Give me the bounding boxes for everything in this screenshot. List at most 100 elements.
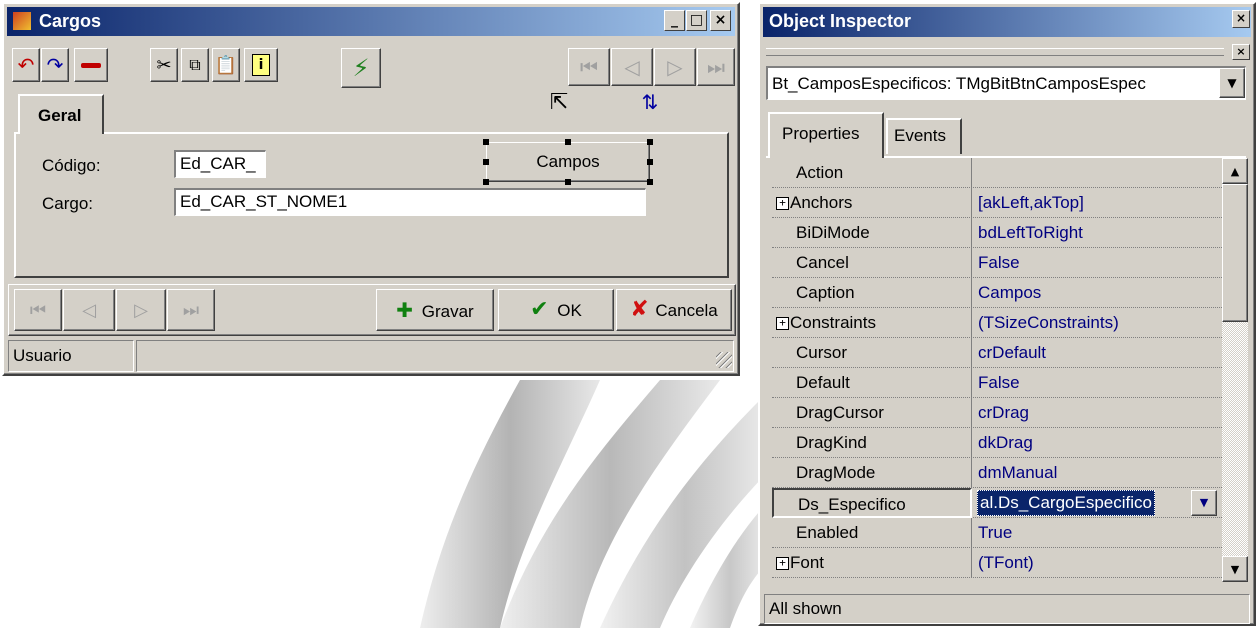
cancela-button[interactable]: ✘ Cancela [616, 289, 732, 331]
selection-handle[interactable] [565, 139, 571, 145]
tab-geral[interactable]: Geral [18, 94, 104, 134]
selection-handle[interactable] [647, 139, 653, 145]
expand-icon[interactable]: + [776, 557, 789, 570]
property-value[interactable] [973, 158, 1222, 188]
selection-handle[interactable] [483, 139, 489, 145]
codigo-field[interactable]: Ed_CAR_ [174, 150, 266, 178]
property-row[interactable]: DragKind dkDrag [772, 428, 1222, 458]
nav-last-bottom[interactable]: ⏭ [167, 289, 215, 331]
property-scrollbar[interactable]: ▲ ▼ [1222, 158, 1248, 582]
scroll-thumb[interactable] [1222, 184, 1248, 322]
property-name: DragKind [772, 428, 972, 458]
nav-first-bottom[interactable]: ⏮ [14, 289, 62, 331]
tab-geral-label: Geral [38, 106, 82, 125]
property-row-selected[interactable]: Ds_Especifico al.Ds_CargoEspecifico ▼ [772, 488, 1222, 518]
property-value[interactable]: Campos [973, 278, 1222, 308]
property-value[interactable]: False [973, 368, 1222, 398]
undo-button[interactable]: ↶ [12, 48, 40, 82]
selection-handle[interactable] [647, 159, 653, 165]
value-dropdown-button[interactable]: ▼ [1191, 490, 1217, 516]
cut-button[interactable]: ✂ [150, 48, 178, 82]
property-row[interactable]: Cancel False [772, 248, 1222, 278]
property-value[interactable]: False [973, 248, 1222, 278]
selected-value-text[interactable]: al.Ds_CargoEspecifico [977, 490, 1155, 516]
maximize-button[interactable]: □ [686, 10, 707, 31]
property-value[interactable]: bdLeftToRight [973, 218, 1222, 248]
inspector-close-button[interactable]: × [1232, 10, 1250, 28]
plus-icon: ✚ [396, 298, 414, 322]
expand-icon[interactable]: + [776, 197, 789, 210]
component-dropdown-button[interactable]: ▼ [1219, 68, 1245, 98]
scroll-up-icon: ▲ [1230, 164, 1240, 178]
selection-handle[interactable] [565, 179, 571, 185]
nav-last-top[interactable]: ⏭ [697, 48, 735, 86]
cancela-label: Cancela [655, 301, 718, 320]
property-value[interactable]: crDrag [973, 398, 1222, 428]
info-button[interactable]: i [244, 48, 278, 82]
property-row[interactable]: BiDiMode bdLeftToRight [772, 218, 1222, 248]
fields-grid-button[interactable]: ⚡ [341, 48, 381, 88]
redo-button[interactable]: ↷ [41, 48, 69, 82]
selection-handle[interactable] [647, 179, 653, 185]
property-row[interactable]: Caption Campos [772, 278, 1222, 308]
property-name: BiDiMode [772, 218, 972, 248]
copy-button[interactable]: ⧉ [181, 48, 209, 82]
property-value[interactable]: [akLeft,akTop] [973, 188, 1222, 218]
property-row[interactable]: Cursor crDefault [772, 338, 1222, 368]
scroll-down-icon: ▼ [1230, 562, 1240, 576]
nav-next-bottom[interactable]: ▷ [116, 289, 166, 331]
property-row[interactable]: DragCursor crDrag [772, 398, 1222, 428]
property-row[interactable]: Default False [772, 368, 1222, 398]
inspector-title: Object Inspector [769, 11, 912, 31]
property-row[interactable]: + Anchors [akLeft,akTop] [772, 188, 1222, 218]
component-name: Bt_CamposEspecificos: TMgBitBtnCamposEsp… [772, 74, 1146, 93]
chevron-down-icon: ▼ [1199, 496, 1209, 509]
campos-button[interactable]: Campos [486, 142, 650, 182]
selection-handle[interactable] [483, 159, 489, 165]
tab-events[interactable]: Events [886, 118, 962, 154]
status-panel-user: Usuario [8, 340, 134, 372]
property-value[interactable]: crDefault [973, 338, 1222, 368]
first-icon: ⏮ [29, 299, 47, 321]
delete-button[interactable] [74, 48, 108, 82]
nav-prev-bottom[interactable]: ◁ [63, 289, 115, 331]
property-row[interactable]: + Constraints (TSizeConstraints) [772, 308, 1222, 338]
scroll-down-button[interactable]: ▼ [1222, 556, 1248, 582]
gravar-button[interactable]: ✚ Gravar [376, 289, 494, 331]
property-name-text: Constraints [790, 313, 876, 332]
inspector-titlebar[interactable]: Object Inspector [763, 7, 1251, 37]
property-value[interactable]: dkDrag [973, 428, 1222, 458]
close-button[interactable]: × [710, 10, 731, 31]
tab-properties[interactable]: Properties [768, 112, 884, 158]
expand-icon[interactable]: + [776, 317, 789, 330]
property-row[interactable]: Enabled True [772, 518, 1222, 548]
tab-properties-label: Properties [782, 124, 860, 143]
minimize-button[interactable]: _ [664, 10, 685, 31]
nav-first-top[interactable]: ⏮ [568, 48, 610, 86]
property-value[interactable]: dmManual [973, 458, 1222, 488]
dock-close-button[interactable]: × [1232, 44, 1250, 60]
gravar-label: Gravar [421, 302, 474, 321]
property-row[interactable]: Action [772, 158, 1222, 188]
property-value-selected[interactable]: al.Ds_CargoEspecifico ▼ [973, 488, 1222, 518]
selection-handle[interactable] [483, 179, 489, 185]
component-selector[interactable]: Bt_CamposEspecificos: TMgBitBtnCamposEsp… [766, 66, 1246, 100]
property-value[interactable]: True [973, 518, 1222, 548]
cargos-titlebar[interactable]: Cargos _ □ × [7, 7, 735, 36]
redo-icon: ↷ [46, 53, 64, 77]
property-row[interactable]: DragMode dmManual [772, 458, 1222, 488]
inspector-status: All shown [769, 599, 842, 618]
scroll-up-button[interactable]: ▲ [1222, 158, 1248, 184]
cargo-field[interactable]: Ed_CAR_ST_NOME1 [174, 188, 646, 216]
paste-button[interactable]: 📋 [212, 48, 240, 82]
nav-prev-top[interactable]: ◁ [611, 48, 653, 86]
dock-grip[interactable] [766, 48, 1224, 56]
property-value[interactable]: (TFont) [973, 548, 1222, 578]
first-icon: ⏮ [580, 55, 598, 79]
ok-button[interactable]: ✔ OK [498, 289, 614, 331]
chevron-down-icon: ▼ [1227, 76, 1237, 90]
property-value[interactable]: (TSizeConstraints) [973, 308, 1222, 338]
resize-grip-icon[interactable] [716, 352, 732, 368]
property-row[interactable]: + Font (TFont) [772, 548, 1222, 578]
nav-next-top[interactable]: ▷ [654, 48, 696, 86]
